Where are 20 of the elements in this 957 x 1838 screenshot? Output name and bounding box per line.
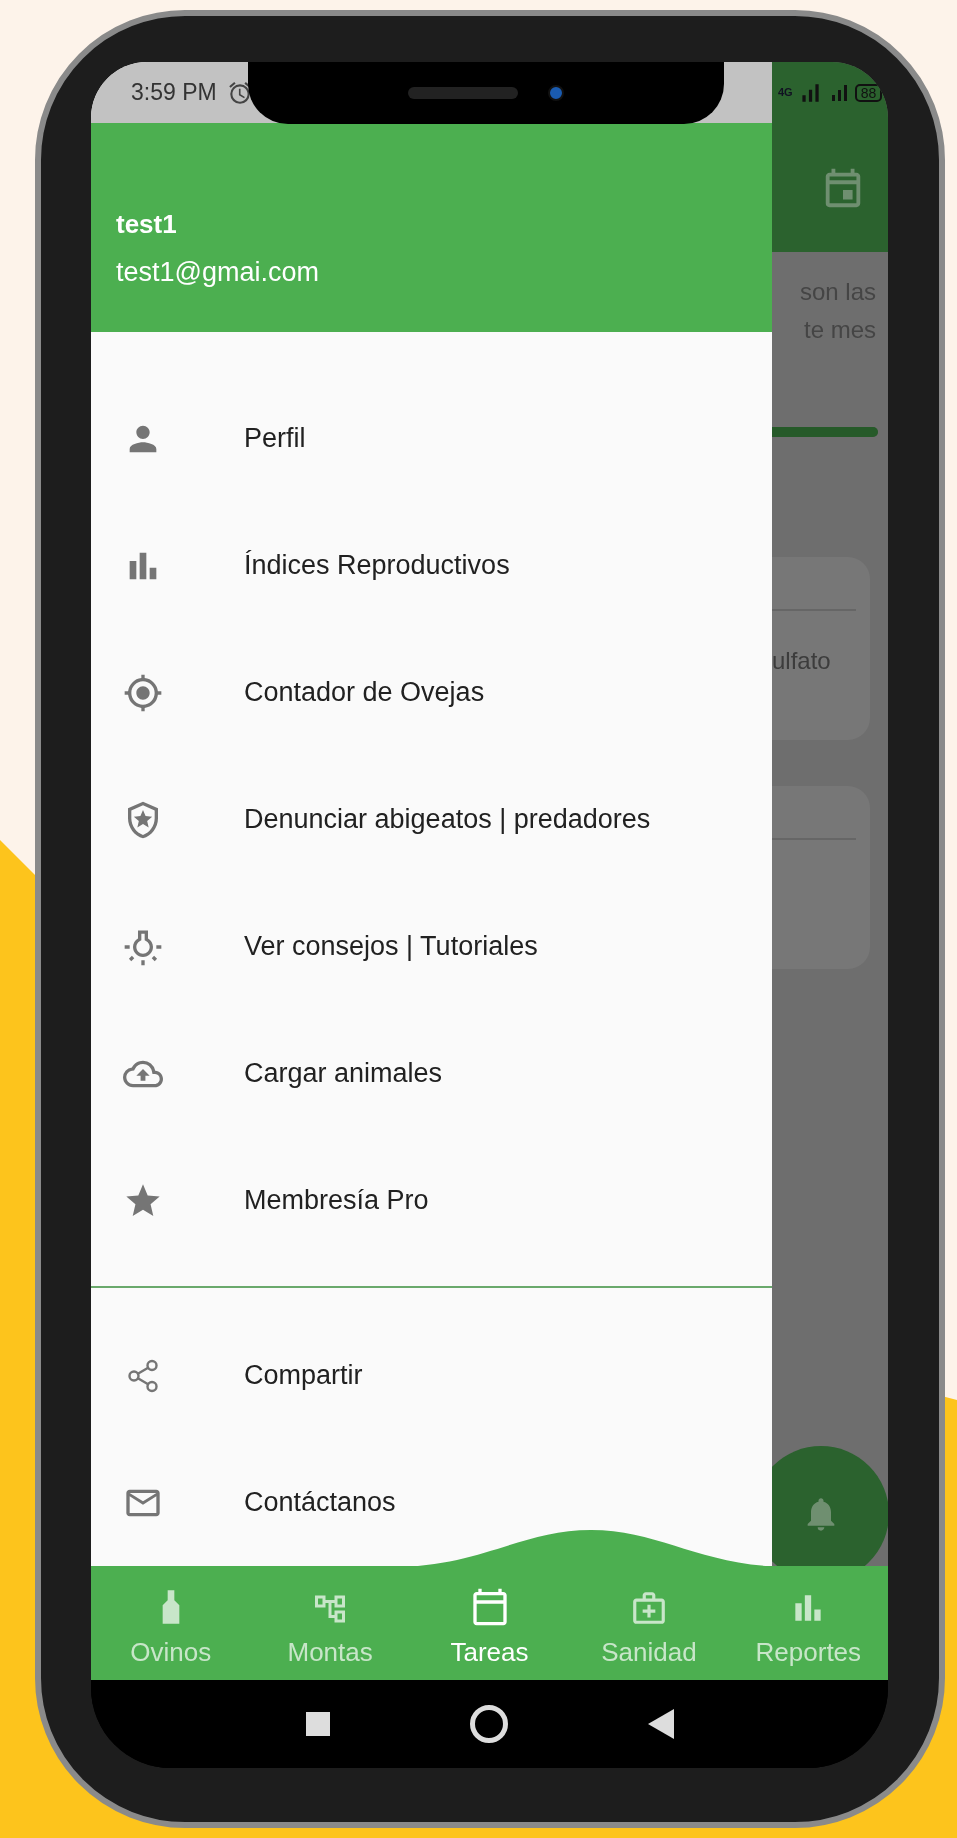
back-button[interactable] [647, 1709, 674, 1739]
home-button[interactable] [469, 1705, 508, 1743]
battery-indicator: 88 [854, 83, 883, 102]
share-icon [125, 1357, 161, 1394]
user-email: test1@gmai.com [116, 255, 320, 289]
menu-item[interactable]: Ver consejos | Tutoriales [91, 883, 772, 1010]
menu-item[interactable]: Membresía Pro [91, 1137, 772, 1264]
menu-item[interactable]: Compartir [91, 1312, 772, 1439]
target-icon [123, 672, 163, 713]
network-label: 4G [778, 87, 793, 98]
user-name: test1 [116, 207, 178, 241]
camera-lens [548, 85, 564, 101]
menu-item[interactable]: Perfil [91, 375, 772, 502]
menu-item[interactable]: Índices Reproductivos [91, 502, 772, 629]
menu-item[interactable]: Cargar animales [91, 1010, 772, 1137]
menu-item[interactable]: Contador de Ovejas [91, 629, 772, 756]
recents-button[interactable] [305, 1712, 330, 1736]
menu-item[interactable]: Denunciar abigeatos | predadores [91, 756, 772, 883]
status-time: 3:59 PM [131, 78, 217, 108]
card-text: ulfato [772, 646, 832, 676]
